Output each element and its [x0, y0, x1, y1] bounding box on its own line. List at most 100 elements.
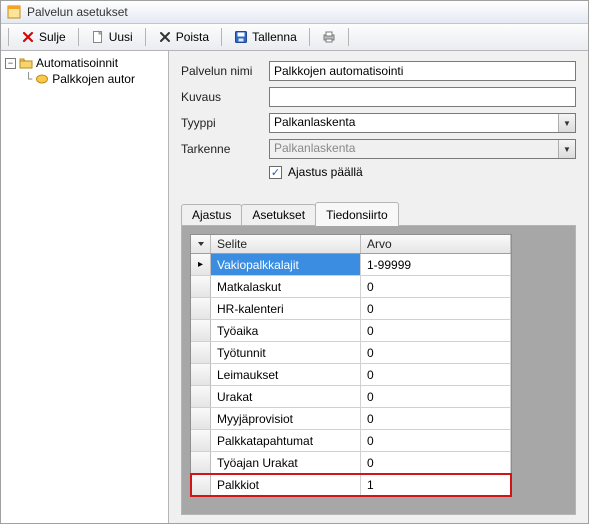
- chevron-down-icon: ▼: [558, 140, 575, 158]
- cell-arvo[interactable]: 1-99999: [361, 254, 511, 275]
- row-header[interactable]: [191, 430, 211, 451]
- description-input[interactable]: [269, 87, 576, 107]
- save-button[interactable]: Tallenna: [227, 27, 304, 47]
- cell-selite[interactable]: Työtunnit: [211, 342, 361, 363]
- tab-asetukset[interactable]: Asetukset: [241, 204, 316, 225]
- grid-header: Selite Arvo: [191, 235, 511, 254]
- folder-icon: [19, 56, 33, 70]
- close-icon: [21, 30, 35, 44]
- toolbar-separator: [221, 28, 222, 46]
- row-type: Tyyppi Palkanlaskenta ▼: [181, 113, 576, 133]
- label-type: Tyyppi: [181, 116, 269, 130]
- save-icon: [234, 30, 248, 44]
- table-row[interactable]: Urakat0: [191, 386, 511, 408]
- toolbar: Sulje Uusi Poista Tallenna: [1, 24, 588, 51]
- delete-icon: [158, 30, 172, 44]
- cell-arvo[interactable]: 0: [361, 276, 511, 297]
- window: Palvelun asetukset Sulje Uusi Poista: [0, 0, 589, 524]
- table-row[interactable]: Työaika0: [191, 320, 511, 342]
- table-row[interactable]: Palkkiot1: [191, 474, 511, 496]
- row-description: Kuvaus: [181, 87, 576, 107]
- row-header[interactable]: [191, 364, 211, 385]
- window-title: Palvelun asetukset: [27, 5, 128, 19]
- table-row[interactable]: Leimaukset0: [191, 364, 511, 386]
- cell-arvo[interactable]: 0: [361, 298, 511, 319]
- cell-selite[interactable]: Palkkatapahtumat: [211, 430, 361, 451]
- tree-collapse-icon[interactable]: −: [5, 58, 16, 69]
- cell-selite[interactable]: Myyjäprovisiot: [211, 408, 361, 429]
- table-row[interactable]: HR-kalenteri0: [191, 298, 511, 320]
- toolbar-separator: [309, 28, 310, 46]
- cell-arvo[interactable]: 0: [361, 452, 511, 473]
- cell-selite[interactable]: Vakiopalkkalajit: [211, 254, 361, 275]
- subtype-select-value: Palkanlaskenta: [269, 139, 576, 159]
- row-header[interactable]: [191, 298, 211, 319]
- type-select[interactable]: Palkanlaskenta ▼: [269, 113, 576, 133]
- cell-selite[interactable]: Työaika: [211, 320, 361, 341]
- table-row[interactable]: ▸Vakiopalkkalajit1-99999: [191, 254, 511, 276]
- cell-arvo[interactable]: 0: [361, 342, 511, 363]
- cell-arvo[interactable]: 0: [361, 364, 511, 385]
- name-input[interactable]: [269, 61, 576, 81]
- tab-content: Selite Arvo ▸Vakiopalkkalajit1-99999Matk…: [181, 225, 576, 515]
- table-row[interactable]: Työtunnit0: [191, 342, 511, 364]
- body: − Automatisoinnit └ Palkkojen autor Palv…: [1, 51, 588, 523]
- grid-body: ▸Vakiopalkkalajit1-99999Matkalaskut0HR-k…: [191, 254, 511, 496]
- cell-arvo[interactable]: 1: [361, 474, 511, 495]
- label-name: Palvelun nimi: [181, 64, 269, 78]
- table-row[interactable]: Myyjäprovisiot0: [191, 408, 511, 430]
- row-header[interactable]: [191, 452, 211, 473]
- delete-button[interactable]: Poista: [151, 27, 216, 47]
- tree-line-icon: └: [25, 73, 32, 85]
- toolbar-separator: [78, 28, 79, 46]
- save-label: Tallenna: [252, 30, 297, 44]
- row-header[interactable]: [191, 320, 211, 341]
- cell-arvo[interactable]: 0: [361, 386, 511, 407]
- table-row[interactable]: Matkalaskut0: [191, 276, 511, 298]
- row-header[interactable]: [191, 276, 211, 297]
- tab-ajastus[interactable]: Ajastus: [181, 204, 242, 225]
- row-scheduling: ✓ Ajastus päällä: [269, 165, 576, 179]
- cell-selite[interactable]: Leimaukset: [211, 364, 361, 385]
- form-icon: [7, 5, 21, 19]
- row-header[interactable]: [191, 386, 211, 407]
- title-bar: Palvelun asetukset: [1, 1, 588, 24]
- tree-root[interactable]: − Automatisoinnit: [3, 55, 166, 71]
- cell-selite[interactable]: HR-kalenteri: [211, 298, 361, 319]
- scheduling-checkbox[interactable]: ✓: [269, 166, 282, 179]
- table-row[interactable]: Työajan Urakat0: [191, 452, 511, 474]
- row-header[interactable]: [191, 342, 211, 363]
- cell-arvo[interactable]: 0: [361, 408, 511, 429]
- tree-child[interactable]: └ Palkkojen autor: [3, 71, 166, 87]
- print-icon: [322, 30, 336, 44]
- toolbar-separator: [145, 28, 146, 46]
- type-select-value: Palkanlaskenta: [269, 113, 576, 133]
- cell-selite[interactable]: Matkalaskut: [211, 276, 361, 297]
- row-header[interactable]: [191, 408, 211, 429]
- item-icon: [35, 72, 49, 86]
- label-subtype: Tarkenne: [181, 142, 269, 156]
- column-header-arvo[interactable]: Arvo: [361, 235, 511, 253]
- grid-corner[interactable]: [191, 235, 211, 253]
- tab-tiedonsiirto[interactable]: Tiedonsiirto: [315, 202, 399, 226]
- tabs: Ajastus Asetukset Tiedonsiirto Selite Ar…: [181, 201, 576, 515]
- new-button[interactable]: Uusi: [84, 27, 140, 47]
- table-row[interactable]: Palkkatapahtumat0: [191, 430, 511, 452]
- close-button[interactable]: Sulje: [14, 27, 73, 47]
- tree-child-label: Palkkojen autor: [52, 72, 135, 86]
- new-label: Uusi: [109, 30, 133, 44]
- data-grid[interactable]: Selite Arvo ▸Vakiopalkkalajit1-99999Matk…: [190, 234, 512, 497]
- cell-selite[interactable]: Palkkiot: [211, 474, 361, 495]
- row-header[interactable]: ▸: [191, 254, 211, 275]
- cell-selite[interactable]: Urakat: [211, 386, 361, 407]
- row-header[interactable]: [191, 474, 211, 495]
- form-pane: Palvelun nimi Kuvaus Tyyppi Palkanlasken…: [169, 51, 588, 523]
- new-icon: [91, 30, 105, 44]
- print-button[interactable]: [315, 27, 343, 47]
- cell-arvo[interactable]: 0: [361, 430, 511, 451]
- row-subtype: Tarkenne Palkanlaskenta ▼: [181, 139, 576, 159]
- cell-selite[interactable]: Työajan Urakat: [211, 452, 361, 473]
- cell-arvo[interactable]: 0: [361, 320, 511, 341]
- row-name: Palvelun nimi: [181, 61, 576, 81]
- column-header-selite[interactable]: Selite: [211, 235, 361, 253]
